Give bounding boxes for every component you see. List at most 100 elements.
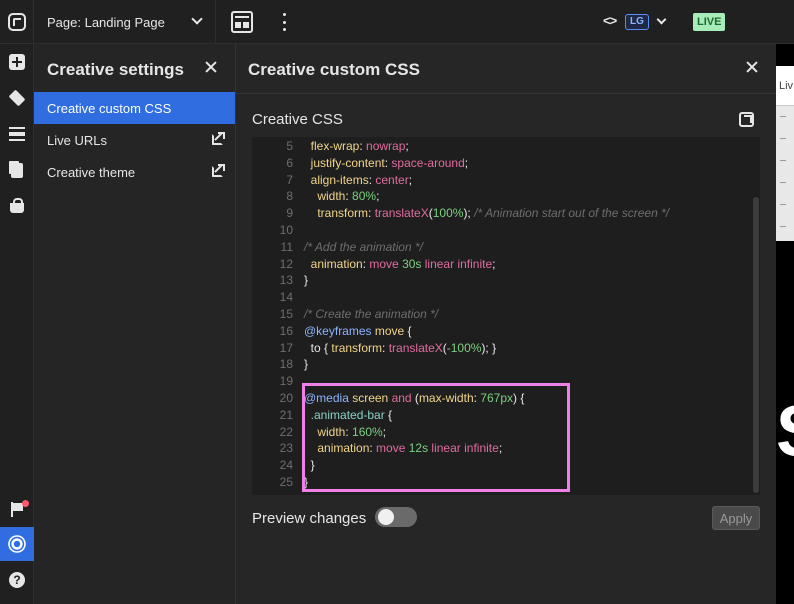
code-token: space-around: [391, 155, 465, 170]
code-token: );: [463, 206, 475, 221]
line-number: 6: [286, 155, 293, 170]
nav-item-label: Creative theme: [47, 164, 136, 180]
line-number: 22: [279, 424, 293, 439]
preview-section: [776, 106, 794, 241]
line-number: 24: [279, 458, 293, 473]
code-text: width: 80%;: [304, 188, 379, 205]
rail-help-button[interactable]: ?: [0, 563, 34, 597]
line-number: 18: [279, 357, 293, 372]
help-icon: ?: [9, 572, 25, 588]
preview-changes-label: Preview changes: [252, 510, 367, 527]
settings-close-icon[interactable]: [205, 61, 217, 73]
code-token: }: [304, 357, 309, 372]
code-token: /* Create the animation */: [304, 307, 439, 321]
nav-item-live-urls[interactable]: Live URLs: [34, 124, 235, 156]
code-token: ;: [464, 155, 469, 170]
code-token: 30s: [402, 256, 422, 271]
live-status-badge: LIVE: [693, 13, 726, 31]
code-token: animation: [310, 256, 363, 271]
chevron-down-icon: [191, 13, 203, 25]
line-number: 23: [279, 441, 293, 456]
nav-item-label: Creative custom CSS: [47, 100, 172, 116]
code-token: ); }: [481, 340, 497, 355]
apply-button[interactable]: Apply: [712, 506, 760, 530]
layout-icon[interactable]: [231, 11, 253, 33]
logo-icon: [7, 13, 26, 31]
breakpoint-badge[interactable]: LG: [625, 14, 649, 30]
code-token: move: [369, 256, 403, 271]
css-panel-header: Creative custom CSS: [236, 44, 776, 94]
line-number: 9: [286, 206, 293, 221]
code-token: translateX: [374, 206, 429, 221]
line-number: 15: [279, 307, 293, 321]
settings-panel: Creative settings Creative custom CSS Li…: [34, 44, 236, 604]
nav-item-creative-custom-css[interactable]: Creative custom CSS: [34, 92, 235, 124]
code-token: transform: [331, 340, 383, 355]
external-link-icon: [212, 132, 225, 145]
code-text: align-items: center;: [304, 172, 412, 189]
line-number: 13: [279, 273, 293, 288]
expand-editor-icon[interactable]: [739, 112, 754, 127]
css-panel-close-icon[interactable]: [746, 61, 758, 73]
code-token: align-items: [310, 172, 369, 187]
more-options-icon[interactable]: [276, 12, 292, 32]
breakpoint-chevron-down-icon[interactable]: [656, 14, 667, 25]
code-token: :: [382, 340, 389, 355]
preview-header-text: Liv: [779, 80, 794, 92]
rail-shop-button[interactable]: [0, 189, 34, 223]
code-token: justify-content: [310, 155, 385, 170]
rail-flag-button[interactable]: [0, 492, 34, 526]
rail-pages-button[interactable]: [0, 153, 34, 187]
add-icon: [9, 54, 25, 70]
rail-settings-button[interactable]: [0, 527, 34, 561]
top-bar: Page: Landing Page <> LG LIVE: [0, 0, 794, 44]
preview-changes-toggle[interactable]: [375, 507, 417, 527]
css-code-editor[interactable]: 25} 24 } 23 animation: move 12s linear inf…: [252, 137, 760, 495]
sections-icon: [9, 127, 25, 141]
pages-icon: [11, 162, 23, 178]
code-token: /* Add the animation */: [304, 239, 423, 254]
nav-item-label: Live URLs: [47, 132, 107, 148]
layers-icon: [8, 89, 26, 107]
line-number: 20: [279, 391, 293, 405]
code-text: to { transform: translateX(-100%); }: [304, 340, 496, 357]
line-number: 5: [286, 139, 293, 153]
code-text: /* Create the animation */: [304, 306, 438, 323]
code-token: translateX: [388, 340, 443, 355]
page-select[interactable]: Page: Landing Page: [34, 0, 216, 44]
line-number: 8: [286, 189, 293, 204]
gear-icon: [11, 538, 23, 550]
line-number: 10: [279, 223, 293, 237]
code-token: transform: [317, 206, 369, 221]
rail-sections-button[interactable]: [0, 117, 34, 151]
code-token: :: [368, 206, 375, 221]
line-number: 12: [279, 256, 293, 271]
code-token: ;: [408, 172, 413, 187]
page-preview-strip: Liv S: [776, 44, 794, 604]
editor-scrollbar[interactable]: [753, 197, 759, 493]
shopping-bag-icon: [10, 198, 24, 213]
code-view-icon[interactable]: <>: [603, 13, 617, 28]
line-number: 19: [279, 374, 293, 389]
code-token: move: [374, 323, 405, 338]
code-text: animation: move 30s linear infinite;: [304, 256, 496, 273]
code-token: ;: [376, 189, 380, 204]
app-window: Page: Landing Page <> LG LIVE ? Creative…: [0, 0, 794, 604]
line-number: 7: [286, 172, 293, 187]
code-token: to {: [304, 340, 332, 355]
settings-nav: Creative custom CSS Live URLs Creative t…: [34, 92, 235, 188]
code-token: /* Animation start out of the screen */: [474, 206, 670, 221]
settings-title: Creative settings: [47, 60, 184, 79]
code-token: linear infinite: [421, 256, 493, 271]
code-token: ;: [492, 256, 496, 271]
code-text: @keyframes move {: [304, 323, 412, 340]
line-number: 11: [280, 239, 293, 254]
app-logo[interactable]: [0, 0, 34, 44]
left-rail: ?: [0, 44, 34, 604]
nav-item-creative-theme[interactable]: Creative theme: [34, 156, 235, 188]
rail-add-button[interactable]: [0, 45, 34, 79]
rail-layers-button[interactable]: [0, 81, 34, 115]
code-text: }: [304, 272, 308, 289]
